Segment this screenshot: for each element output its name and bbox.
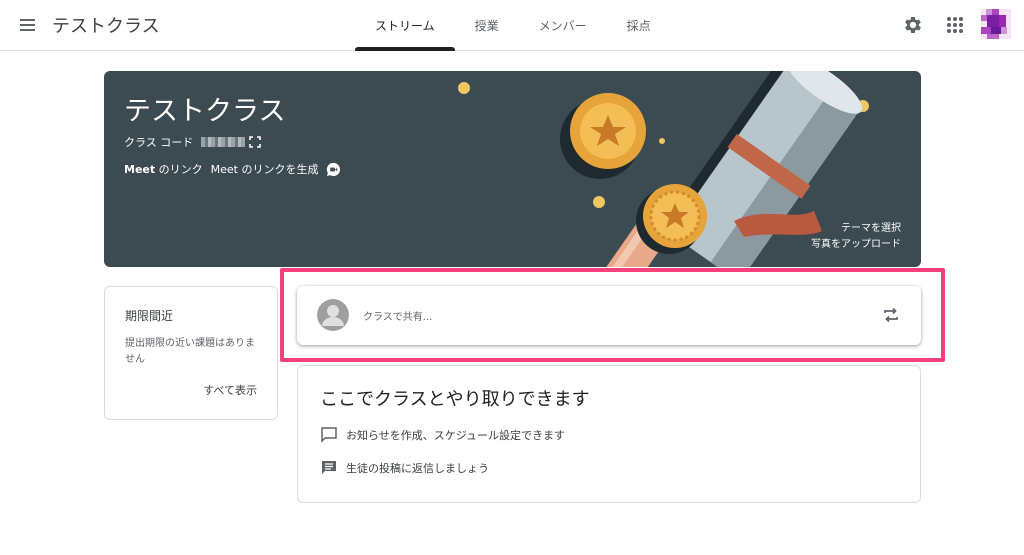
class-banner: テストクラス クラス コード Meet のリンク Meet のリンクを生成 テー…	[104, 71, 921, 267]
class-code-row: クラス コード	[124, 134, 262, 150]
class-title[interactable]: テストクラス	[52, 12, 160, 38]
meet-label: Meet のリンク	[124, 163, 203, 176]
fullscreen-icon[interactable]	[249, 136, 262, 148]
meet-video-icon[interactable]	[326, 162, 341, 177]
user-avatar[interactable]	[981, 9, 1011, 39]
tab-classwork[interactable]: 授業	[455, 0, 519, 51]
repost-icon[interactable]	[881, 305, 901, 325]
info-title: ここでクラスとやり取りできます	[320, 389, 590, 410]
info-item-text: 生徒の投稿に返信しましょう	[346, 462, 489, 475]
tab-people[interactable]: メンバー	[519, 0, 607, 51]
info-item: お知らせを作成、スケジュール設定できます	[320, 426, 565, 444]
info-item: 生徒の投稿に返信しましょう	[320, 459, 489, 477]
author-avatar	[317, 299, 349, 331]
upcoming-card: 期限間近 提出期限の近い課題はありません すべて表示	[104, 286, 278, 420]
announcement-icon	[321, 427, 337, 443]
class-code-label: クラス コード	[124, 136, 194, 149]
tab-grades[interactable]: 採点	[607, 0, 671, 51]
settings-icon[interactable]	[902, 14, 924, 36]
tab-stream[interactable]: ストリーム	[355, 0, 455, 51]
info-item-text: お知らせを作成、スケジュール設定できます	[346, 429, 566, 442]
meet-row: Meet のリンク Meet のリンクを生成	[124, 161, 341, 177]
menu-icon[interactable]	[14, 12, 42, 38]
tab-bar: ストリーム 授業 メンバー 採点	[355, 0, 671, 51]
upload-photo-link[interactable]: 写真をアップロード	[811, 237, 901, 253]
banner-actions: テーマを選択 写真をアップロード	[811, 221, 901, 253]
top-app-bar: テストクラス ストリーム 授業 メンバー 採点	[0, 0, 1024, 51]
upcoming-empty-text: 提出期限の近い課題はありません	[125, 338, 255, 365]
comments-icon	[322, 461, 336, 474]
class-code-value	[201, 137, 246, 147]
view-all-link[interactable]: すべて表示	[203, 382, 257, 398]
stream-info-card: ここでクラスとやり取りできます お知らせを作成、スケジュール設定できます 生徒の…	[297, 365, 921, 503]
apps-grid-icon[interactable]	[944, 14, 966, 36]
generate-meet-link[interactable]: Meet のリンクを生成	[211, 161, 319, 177]
banner-title: テストクラス	[124, 96, 286, 127]
upcoming-title: 期限間近	[125, 309, 174, 323]
share-with-class-box[interactable]: クラスで共有...	[297, 286, 921, 345]
select-theme-link[interactable]: テーマを選択	[811, 221, 901, 237]
share-placeholder[interactable]: クラスで共有...	[363, 308, 432, 323]
